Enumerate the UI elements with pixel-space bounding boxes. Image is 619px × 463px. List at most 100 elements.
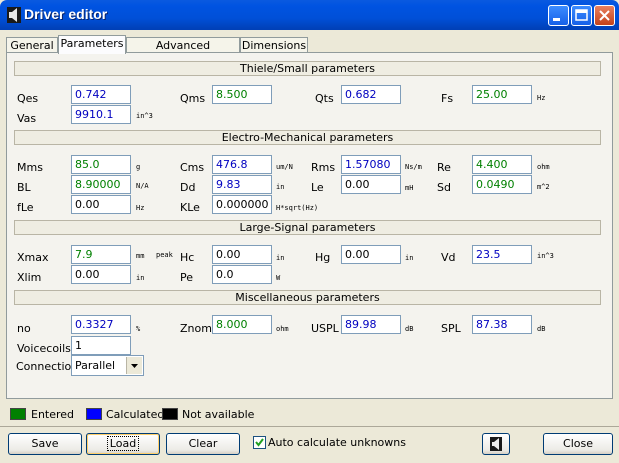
- unit-pe: W: [276, 274, 281, 282]
- clear-button-label: Clear: [188, 437, 218, 450]
- unit-sd: m^2: [537, 183, 550, 191]
- cms-field[interactable]: 476.8: [212, 155, 272, 174]
- fs-field[interactable]: 25.00: [472, 85, 532, 104]
- qms-field[interactable]: 8.500: [212, 85, 272, 104]
- unit-fle: Hz: [136, 204, 145, 212]
- speaker-button[interactable]: [482, 433, 510, 455]
- close-button[interactable]: Close: [543, 433, 613, 455]
- unit-rms: Ns/m: [405, 163, 422, 171]
- label-connection: Connection: [16, 360, 79, 373]
- label-voicecoils: Voicecoils: [17, 342, 71, 355]
- unit-xmax: mm: [136, 252, 145, 260]
- unit-fs: Hz: [537, 94, 546, 102]
- uspl-field[interactable]: 89.98: [341, 315, 401, 334]
- label-fle: fLe: [17, 201, 34, 214]
- load-button[interactable]: Load: [86, 433, 160, 455]
- legend-na-label: Not available: [182, 408, 255, 421]
- unit-le: mH: [405, 184, 414, 192]
- le-field[interactable]: 0.00: [341, 175, 401, 194]
- legend-entered-swatch: [10, 408, 26, 420]
- label-bl: BL: [17, 181, 31, 194]
- connection-value: Parallel: [75, 359, 116, 372]
- legend-na-swatch: [162, 408, 178, 420]
- save-button-label: Save: [31, 437, 59, 450]
- label-le: Le: [311, 181, 324, 194]
- label-cms: Cms: [180, 161, 205, 174]
- legend-entered-label: Entered: [31, 408, 75, 421]
- label-hg: Hg: [315, 251, 331, 264]
- rms-field[interactable]: 1.57080: [341, 155, 401, 174]
- close-window-button[interactable]: [594, 5, 615, 26]
- unit-hc: in: [276, 254, 285, 262]
- unit-spl: dB: [537, 325, 546, 333]
- qts-field[interactable]: 0.682: [341, 85, 401, 104]
- divider: [0, 426, 619, 427]
- save-button[interactable]: Save: [8, 433, 82, 455]
- tab-general[interactable]: General: [6, 37, 58, 53]
- xlim-field[interactable]: 0.00: [71, 265, 131, 284]
- label-spl: SPL: [441, 322, 461, 335]
- tab-advanced-parameters[interactable]: Advanced parameters: [126, 37, 240, 67]
- label-qes: Qes: [17, 92, 39, 105]
- speaker-icon: [7, 7, 21, 23]
- label-vas: Vas: [17, 112, 37, 125]
- label-dd: Dd: [180, 181, 196, 194]
- unit-uspl: dB: [405, 325, 414, 333]
- unit-no: %: [136, 325, 141, 333]
- tab-dimensions[interactable]: Dimensions: [240, 37, 308, 53]
- driver-editor-window: Driver editor General Parameters Advance…: [0, 0, 619, 463]
- label-no: no: [17, 322, 31, 335]
- label-znom: Znom: [180, 322, 212, 335]
- label-xmax: Xmax: [17, 251, 49, 264]
- hg-field[interactable]: 0.00: [341, 245, 401, 264]
- unit-xmax-peak: peak: [156, 251, 173, 259]
- vd-field[interactable]: 23.5: [472, 245, 532, 264]
- unit-hg: in: [405, 254, 414, 262]
- section-large-signal: Large-Signal parameters: [14, 220, 601, 235]
- unit-dd: in: [276, 183, 285, 191]
- clear-button[interactable]: Clear: [166, 433, 240, 455]
- unit-vas: in^3: [136, 112, 153, 120]
- bl-field[interactable]: 8.90000: [71, 175, 131, 194]
- maximize-button[interactable]: [571, 5, 592, 26]
- pe-field[interactable]: 0.0: [212, 265, 272, 284]
- label-hc: Hc: [180, 251, 195, 264]
- label-fs: Fs: [441, 92, 454, 105]
- maximize-icon: [575, 9, 588, 21]
- label-sd: Sd: [437, 181, 451, 194]
- section-miscellaneous: Miscellaneous parameters: [14, 290, 601, 305]
- auto-calculate-checkbox[interactable]: [253, 436, 266, 449]
- qes-field[interactable]: 0.742: [71, 85, 131, 104]
- re-field[interactable]: 4.400: [472, 155, 532, 174]
- spl-field[interactable]: 87.38: [472, 315, 532, 334]
- close-button-label: Close: [563, 437, 593, 450]
- title-bar[interactable]: Driver editor: [0, 0, 619, 30]
- hc-field[interactable]: 0.00: [212, 245, 272, 264]
- label-uspl: USPL: [311, 322, 339, 335]
- label-xlim: Xlim: [17, 271, 42, 284]
- label-re: Re: [437, 161, 451, 174]
- tab-parameters[interactable]: Parameters: [58, 35, 126, 54]
- minimize-icon: [553, 18, 560, 21]
- unit-mms: g: [136, 163, 141, 171]
- sd-field[interactable]: 0.0490: [472, 175, 532, 194]
- mms-field[interactable]: 85.0: [71, 155, 131, 174]
- fle-field[interactable]: 0.00: [71, 195, 131, 214]
- dd-field[interactable]: 9.83: [212, 175, 272, 194]
- unit-kle: H*sqrt(Hz): [276, 204, 319, 212]
- auto-calculate-label[interactable]: Auto calculate unknowns: [268, 436, 406, 449]
- chevron-down-icon: [131, 364, 138, 368]
- dropdown-arrow[interactable]: [126, 357, 142, 374]
- unit-re: ohm: [537, 163, 550, 171]
- section-thiele-small: Thiele/Small parameters: [14, 61, 601, 76]
- vas-field[interactable]: 9910.1: [71, 105, 131, 124]
- connection-select[interactable]: Parallel: [71, 355, 144, 376]
- no-field[interactable]: 0.3327: [71, 315, 131, 334]
- minimize-button[interactable]: [548, 5, 569, 26]
- label-qts: Qts: [315, 92, 334, 105]
- window-title: Driver editor: [24, 6, 108, 22]
- xmax-field[interactable]: 7.9: [71, 245, 131, 264]
- znom-field[interactable]: 8.000: [212, 315, 272, 334]
- kle-field[interactable]: 0.000000: [212, 195, 272, 214]
- voicecoils-field[interactable]: 1: [71, 336, 131, 355]
